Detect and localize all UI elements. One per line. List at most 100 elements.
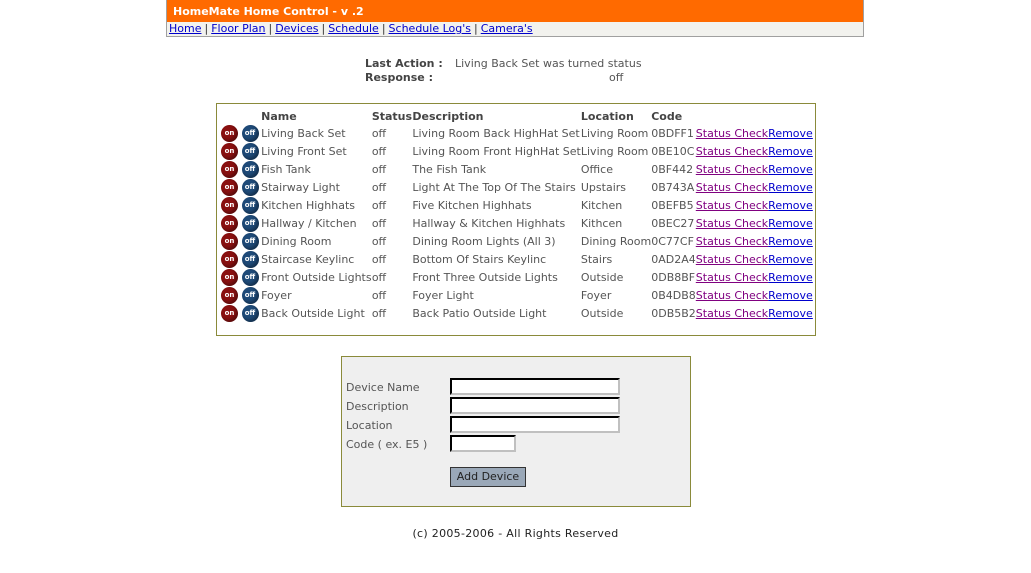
device-description: Five Kitchen Highhats [412,198,532,212]
device-name: Kitchen Highhats [261,198,356,212]
power-on-button[interactable]: on [221,250,238,268]
device-description: Bottom Of Stairs Keylinc [412,252,547,266]
device-description: Dining Room Lights (All 3) [412,234,556,248]
remove-link[interactable]: Remove [768,181,813,194]
device-name-label: Device Name [346,381,420,394]
power-off-button[interactable]: off [241,142,259,160]
power-off-button[interactable]: off [241,124,259,142]
power-on-button[interactable]: on [221,142,238,160]
status-check-link[interactable]: Status Check [696,145,768,158]
last-action-value: Living Back Set was turned status [455,57,642,70]
device-table-panel: Name Status Description Location Code on… [216,103,816,336]
device-location: Upstairs [580,180,627,194]
remove-link[interactable]: Remove [768,127,813,140]
power-off-button[interactable]: off [241,286,259,304]
device-description: Front Three Outside Lights [412,270,558,284]
power-off-button[interactable]: off [241,214,259,232]
add-device-form: Device Name Description Location Code ( … [341,356,691,507]
nav-home[interactable]: Home [169,22,201,35]
power-off-button[interactable]: off [241,268,259,286]
device-table-header: Name Status Description Location Code [221,108,815,124]
nav-schedule-logs[interactable]: Schedule Log's [389,22,471,35]
device-location: Foyer [580,288,612,302]
remove-link[interactable]: Remove [768,253,813,266]
remove-link[interactable]: Remove [768,271,813,284]
device-description: Living Room Back HighHat Set [412,126,580,140]
device-status: off [371,180,387,194]
nav-bar: Home | Floor Plan | Devices | Schedule | Schedul… [167,22,863,36]
status-check-link[interactable]: Status Check [696,199,768,212]
power-on-button[interactable]: on [221,232,238,250]
table-row: on off Foyer off Foyer Light Foyer 0B4DB8 Stat… [221,286,815,304]
status-check-link[interactable]: Status Check [696,163,768,176]
status-check-link[interactable]: Status Check [696,127,768,140]
nav-devices[interactable]: Devices [275,22,318,35]
table-row: on off Living Front Set off Living Room Fro… [221,142,815,160]
device-status: off [371,252,387,266]
device-name: Living Back Set [261,126,346,140]
power-on-button[interactable]: on [221,268,238,286]
device-location: Outside [580,306,624,320]
device-name: Hallway / Kitchen [261,216,357,230]
device-code: 0BEC27 [651,216,695,230]
power-on-button[interactable]: on [221,160,238,178]
status-check-link[interactable]: Status Check [696,253,768,266]
device-name: Front Outside Lights [261,270,372,284]
device-code: 0B743A [651,180,695,194]
status-check-link[interactable]: Status Check [696,217,768,230]
status-check-link[interactable]: Status Check [696,181,768,194]
location-input[interactable] [450,416,620,433]
device-name: Dining Room [261,234,332,248]
code-input[interactable] [450,435,516,452]
remove-link[interactable]: Remove [768,145,813,158]
remove-link[interactable]: Remove [768,163,813,176]
device-description: Light At The Top Of The Stairs [412,180,576,194]
status-check-link[interactable]: Status Check [696,307,768,320]
device-code: 0BE10C [651,144,695,158]
app-title: HomeMate Home Control - v .2 [167,0,863,22]
power-off-button[interactable]: off [241,196,259,214]
remove-link[interactable]: Remove [768,199,813,212]
remove-link[interactable]: Remove [768,235,813,248]
power-on-button[interactable]: on [221,178,238,196]
power-off-button[interactable]: off [241,160,259,178]
device-name-input[interactable] [450,378,620,395]
device-status: off [371,162,387,176]
last-action-label: Last Action : [365,57,443,70]
device-code: 0C77CF [651,234,694,248]
power-off-button[interactable]: off [241,232,259,250]
device-status: off [371,270,387,284]
table-row: on off Back Outside Light off Back Patio Ou… [221,304,815,322]
power-off-button[interactable]: off [241,250,259,268]
remove-link[interactable]: Remove [768,307,813,320]
remove-link[interactable]: Remove [768,217,813,230]
device-location: Living Room [580,144,649,158]
status-check-link[interactable]: Status Check [696,271,768,284]
power-off-button[interactable]: off [241,304,259,322]
power-on-button[interactable]: on [221,214,238,232]
location-label: Location [346,419,393,432]
nav-floor-plan[interactable]: Floor Plan [211,22,265,35]
description-input[interactable] [450,397,620,414]
power-on-button[interactable]: on [221,304,238,322]
device-code: 0DB5B2 [651,306,696,320]
nav-schedule[interactable]: Schedule [328,22,379,35]
device-code: 0BEFB5 [651,198,694,212]
device-status: off [371,126,387,140]
device-name: Fish Tank [261,162,311,176]
power-off-button[interactable]: off [241,178,259,196]
device-name: Foyer [261,288,292,302]
power-on-button[interactable]: on [221,124,238,142]
remove-link[interactable]: Remove [768,289,813,302]
device-code: 0B4DB8 [651,288,696,302]
add-device-button[interactable]: Add Device [450,467,526,487]
status-check-link[interactable]: Status Check [696,289,768,302]
power-on-button[interactable]: on [221,286,238,304]
device-location: Living Room [580,126,649,140]
status-check-link[interactable]: Status Check [696,235,768,248]
nav-cameras[interactable]: Camera's [481,22,533,35]
table-row: on off Living Back Set off Living Room Back… [221,124,815,142]
table-row: on off Staircase Keylinc off Bottom Of Stai… [221,250,815,268]
table-row: on off Front Outside Lights off Front Three… [221,268,815,286]
power-on-button[interactable]: on [221,196,238,214]
